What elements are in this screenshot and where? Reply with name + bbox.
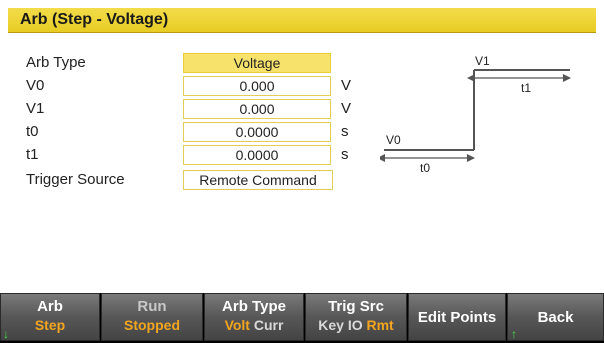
t0-unit: s bbox=[341, 123, 349, 140]
t0-diagram-label: t0 bbox=[420, 161, 430, 175]
v0-diagram-label: V0 bbox=[386, 133, 401, 147]
page-title: Arb (Step - Voltage) bbox=[20, 11, 169, 28]
v0-unit: V bbox=[341, 77, 352, 94]
t0-label: t0 bbox=[26, 123, 39, 140]
edit-points-softkey[interactable]: Edit Points bbox=[408, 293, 506, 341]
trig-src-option-io: IO bbox=[347, 317, 363, 333]
trigger-source-label: Trigger Source bbox=[26, 171, 125, 188]
v0-field[interactable]: 0.000 bbox=[183, 76, 331, 96]
arrow-down-icon: ↓ bbox=[3, 327, 9, 341]
step-waveform-diagram: V0 t0 V1 t1 bbox=[380, 54, 571, 175]
arb-type-softkey-title: Arb Type bbox=[222, 298, 286, 315]
softkey-bar: Arb Step ↓ Run Stopped Arb Type Volt Cur… bbox=[0, 293, 604, 343]
arb-type-label: Arb Type bbox=[26, 54, 86, 71]
arb-type-option-curr: Curr bbox=[253, 317, 284, 333]
run-softkey-title: Run bbox=[137, 298, 167, 315]
v1-diagram-label: V1 bbox=[475, 54, 490, 68]
arb-type-field[interactable]: Voltage bbox=[183, 53, 331, 73]
arb-type-softkey[interactable]: Arb Type Volt Curr bbox=[204, 293, 304, 341]
trigger-source-field[interactable]: Remote Command bbox=[183, 170, 333, 190]
arb-type-option-volt: Volt bbox=[224, 317, 250, 333]
screen: Arb (Step - Voltage) Arb Type Voltage V0… bbox=[0, 0, 604, 343]
arb-softkey-title: Arb bbox=[37, 298, 63, 315]
title-bar: Arb (Step - Voltage) bbox=[8, 8, 596, 33]
v0-label: V0 bbox=[26, 77, 45, 94]
back-softkey[interactable]: Back ↑ bbox=[507, 293, 604, 341]
trig-src-softkey[interactable]: Trig Src Key IO Rmt bbox=[305, 293, 407, 341]
arb-softkey-value: Step bbox=[34, 317, 66, 333]
t1-field[interactable]: 0.0000 bbox=[183, 145, 331, 165]
trig-src-option-rmt: Rmt bbox=[366, 317, 394, 333]
arrow-up-icon: ↑ bbox=[511, 327, 517, 341]
t1-diagram-label: t1 bbox=[521, 81, 531, 95]
trig-src-softkey-title: Trig Src bbox=[328, 298, 384, 315]
t1-label: t1 bbox=[26, 146, 39, 163]
v1-label: V1 bbox=[26, 100, 45, 117]
edit-points-label: Edit Points bbox=[417, 309, 497, 326]
arb-softkey[interactable]: Arb Step ↓ bbox=[0, 293, 100, 341]
back-label: Back bbox=[537, 309, 574, 326]
v1-unit: V bbox=[341, 100, 352, 117]
run-softkey[interactable]: Run Stopped bbox=[101, 293, 203, 341]
v1-field[interactable]: 0.000 bbox=[183, 99, 331, 119]
t0-field[interactable]: 0.0000 bbox=[183, 122, 331, 142]
t1-unit: s bbox=[341, 146, 349, 163]
trig-src-option-key: Key bbox=[318, 317, 344, 333]
run-softkey-value: Stopped bbox=[124, 317, 180, 333]
